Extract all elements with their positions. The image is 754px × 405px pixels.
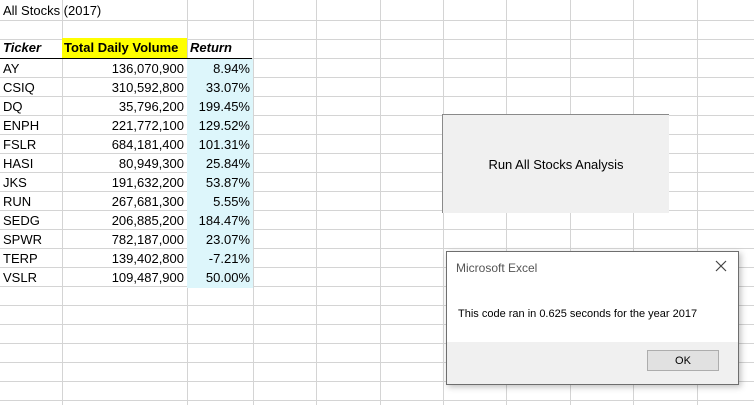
cell-volume[interactable]: 109,487,900 xyxy=(62,268,187,288)
cell-ticker[interactable]: ENPH xyxy=(0,116,62,136)
cell-ticker[interactable]: AY xyxy=(0,59,62,79)
cell-return[interactable]: 184.47% xyxy=(187,211,253,231)
cell-volume[interactable]: 310,592,800 xyxy=(62,78,187,98)
cell-volume[interactable]: 221,772,100 xyxy=(62,116,187,136)
cell-volume[interactable]: 267,681,300 xyxy=(62,192,187,212)
cell-ticker[interactable]: HASI xyxy=(0,154,62,174)
cell-volume[interactable]: 35,796,200 xyxy=(62,97,187,117)
dialog-footer: OK xyxy=(447,342,738,384)
cell-return[interactable]: 25.84% xyxy=(187,154,253,174)
cell-return[interactable]: -7.21% xyxy=(187,249,253,269)
cell-volume[interactable]: 206,885,200 xyxy=(62,211,187,231)
cell-ticker[interactable]: RUN xyxy=(0,192,62,212)
cell-ticker[interactable]: SEDG xyxy=(0,211,62,231)
cell-ticker[interactable]: SPWR xyxy=(0,230,62,250)
cell-return[interactable]: 23.07% xyxy=(187,230,253,250)
cell-volume[interactable]: 139,402,800 xyxy=(62,249,187,269)
cell-ticker[interactable]: TERP xyxy=(0,249,62,269)
header-total-daily-volume[interactable]: Total Daily Volume xyxy=(62,38,187,58)
cell-return[interactable]: 50.00% xyxy=(187,268,253,288)
cell-volume[interactable]: 782,187,000 xyxy=(62,230,187,250)
cell-ticker[interactable]: DQ xyxy=(0,97,62,117)
cell-return[interactable]: 129.52% xyxy=(187,116,253,136)
ok-button[interactable]: OK xyxy=(647,350,719,371)
header-return[interactable]: Return xyxy=(187,38,253,58)
cell-volume[interactable]: 191,632,200 xyxy=(62,173,187,193)
cell-volume[interactable]: 136,070,900 xyxy=(62,59,187,79)
cell-ticker[interactable]: VSLR xyxy=(0,268,62,288)
cell-return[interactable]: 101.31% xyxy=(187,135,253,155)
cell-ticker[interactable]: CSIQ xyxy=(0,78,62,98)
run-all-stocks-analysis-button[interactable]: Run All Stocks Analysis xyxy=(442,114,669,213)
cell-return[interactable]: 33.07% xyxy=(187,78,253,98)
cell-return[interactable]: 53.87% xyxy=(187,173,253,193)
cell-volume[interactable]: 684,181,400 xyxy=(62,135,187,155)
cell-return[interactable]: 199.45% xyxy=(187,97,253,117)
run-all-stocks-analysis-label: Run All Stocks Analysis xyxy=(488,156,624,172)
cell-return[interactable]: 8.94% xyxy=(187,59,253,79)
header-ticker[interactable]: Ticker xyxy=(0,38,62,58)
dialog-message: This code ran in 0.625 seconds for the y… xyxy=(458,308,698,320)
sheet-title[interactable]: All Stocks (2017) xyxy=(0,1,200,21)
cell-volume[interactable]: 80,949,300 xyxy=(62,154,187,174)
cell-ticker[interactable]: FSLR xyxy=(0,135,62,155)
cell-ticker[interactable]: JKS xyxy=(0,173,62,193)
close-icon[interactable] xyxy=(714,259,728,273)
cell-return[interactable]: 5.55% xyxy=(187,192,253,212)
message-dialog: Microsoft Excel This code ran in 0.625 s… xyxy=(446,251,739,385)
dialog-title: Microsoft Excel xyxy=(456,261,538,275)
